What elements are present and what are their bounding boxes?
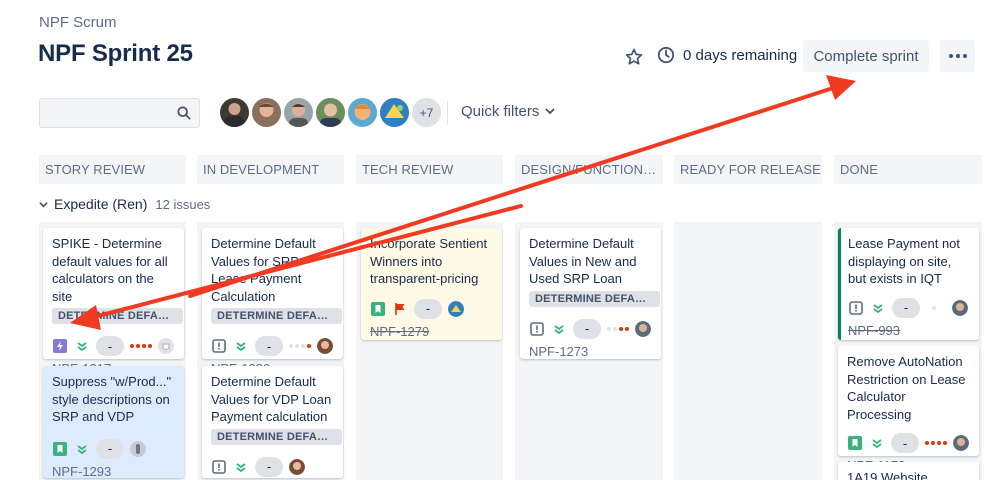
star-icon[interactable] <box>623 46 645 68</box>
priority-low-icon <box>869 435 885 451</box>
story-icon <box>370 301 386 317</box>
quick-filters-dropdown[interactable]: Quick filters <box>461 103 555 120</box>
spike-icon <box>52 338 68 354</box>
avatar[interactable] <box>218 96 251 129</box>
story-icon <box>847 435 863 451</box>
swimlane-issue-count: 12 issues <box>155 196 211 212</box>
issue-key[interactable]: NPF-1293 <box>52 464 176 479</box>
avatar <box>130 440 146 457</box>
card-summary: Suppress "w/Prod..." style descriptions … <box>52 374 172 424</box>
page-title: NPF Sprint 25 <box>38 40 193 67</box>
avatar <box>158 338 174 354</box>
avatar <box>448 300 464 317</box>
column-ready-for-release <box>674 222 822 480</box>
card-summary: Determine Default Values for SRP Lease P… <box>211 236 316 304</box>
issue-key[interactable]: NPF-993 <box>848 323 971 338</box>
estimate-badge: - <box>573 318 601 339</box>
card-summary: Remove AutoNation Restriction on Lease C… <box>847 354 966 422</box>
avatar[interactable] <box>282 96 315 129</box>
flag-icon <box>392 301 408 317</box>
divider <box>447 101 448 125</box>
column-header-done: DONE <box>834 155 982 184</box>
card-summary: Lease Payment not displaying on site, bu… <box>848 236 961 286</box>
complete-sprint-button[interactable]: Complete sprint <box>803 40 929 72</box>
epic-label[interactable]: DETERMINE DEFAULT... <box>211 428 342 445</box>
chevron-down-icon <box>545 103 555 120</box>
clock-icon <box>657 46 675 64</box>
column-header-tech-review: TECH REVIEW <box>356 155 503 184</box>
search-input[interactable] <box>39 98 200 128</box>
status-dots <box>932 305 936 310</box>
estimate-badge: - <box>96 336 124 356</box>
priority-low-icon <box>551 321 567 337</box>
breadcrumb[interactable]: NPF Scrum <box>39 14 117 31</box>
column-header-design-functional: DESIGN/FUNCTIONAL... <box>515 155 663 184</box>
days-remaining-text: 0 days remaining <box>683 46 798 64</box>
card-summary: SPIKE - Determine default values for all… <box>52 236 168 304</box>
issue-card[interactable]: Incorporate Sentient Winners into transp… <box>361 228 502 340</box>
swimlane-header[interactable]: Expedite (Ren) 12 issues <box>39 196 210 212</box>
avatar[interactable] <box>250 96 283 129</box>
swimlane-name: Expedite (Ren) <box>54 196 148 212</box>
issue-key[interactable]: NPF-1273 <box>529 344 653 359</box>
priority-low-icon <box>74 441 90 457</box>
avatar[interactable] <box>378 96 411 129</box>
more-assignees-avatar[interactable]: +7 <box>410 96 443 129</box>
bug-alert-icon <box>211 338 227 354</box>
estimate-badge: - <box>414 298 442 319</box>
issue-card[interactable]: Determine Default Values in New and Used… <box>520 228 661 359</box>
estimate-badge: - <box>892 297 920 318</box>
card-summary: Incorporate Sentient Winners into transp… <box>370 236 488 286</box>
quick-filters-label: Quick filters <box>461 103 540 120</box>
story-icon <box>52 441 68 457</box>
priority-low-icon <box>74 338 90 354</box>
search-icon <box>177 106 191 125</box>
estimate-badge: - <box>96 438 124 459</box>
issue-card[interactable]: Remove AutoNation Restriction on Lease C… <box>838 346 979 473</box>
avatar[interactable] <box>314 96 347 129</box>
epic-label[interactable]: DETERMINE DEFAULT... <box>529 290 660 307</box>
status-dots <box>607 326 629 331</box>
epic-label[interactable]: DETERMINE DEFAULT... <box>211 308 342 324</box>
priority-low-icon <box>233 459 249 475</box>
estimate-badge: - <box>255 336 283 356</box>
avatar <box>289 458 305 475</box>
card-summary: Determine Default Values in New and Used… <box>529 236 637 286</box>
priority-low-icon <box>870 300 886 316</box>
estimate-badge: - <box>255 456 283 477</box>
status-dots <box>289 344 311 348</box>
priority-low-icon <box>233 338 249 354</box>
epic-label[interactable]: DETERMINE DEFAULT... <box>52 308 183 324</box>
avatar <box>953 435 969 451</box>
issue-card[interactable]: Determine Default Values for SRP Lease P… <box>202 228 343 376</box>
issue-key[interactable]: NPF-1279 <box>370 324 494 339</box>
card-summary: 1A19 Website Release <box>847 470 928 480</box>
issue-card[interactable]: SPIKE - Determine default values for all… <box>43 228 184 376</box>
avatar <box>317 338 333 354</box>
issue-card[interactable]: Determine Default Values for VDP Loan Pa… <box>202 366 343 478</box>
column-header-ready-for-release: READY FOR RELEASE <box>674 155 822 184</box>
bug-alert-icon <box>211 459 227 475</box>
more-actions-button[interactable] <box>940 40 975 72</box>
avatar[interactable] <box>346 96 379 129</box>
sprint-time-remaining: 0 days remaining <box>657 46 797 64</box>
bug-alert-icon <box>848 300 864 316</box>
assignee-filter-avatars: +7 <box>218 96 443 130</box>
status-dots <box>925 441 947 445</box>
avatar <box>952 299 968 316</box>
chevron-down-icon <box>39 196 48 212</box>
column-header-story-review: STORY REVIEW <box>39 155 186 184</box>
card-summary: Determine Default Values for VDP Loan Pa… <box>211 374 332 424</box>
issue-card[interactable]: 1A19 Website Release <box>838 462 979 480</box>
status-dots <box>130 344 152 348</box>
bug-alert-icon <box>529 321 545 337</box>
column-header-in-development: IN DEVELOPMENT <box>197 155 344 184</box>
estimate-badge: - <box>891 433 919 453</box>
issue-card[interactable]: Lease Payment not displaying on site, bu… <box>838 228 979 340</box>
avatar <box>635 320 651 337</box>
issue-card[interactable]: Suppress "w/Prod..." style descriptions … <box>43 366 184 479</box>
